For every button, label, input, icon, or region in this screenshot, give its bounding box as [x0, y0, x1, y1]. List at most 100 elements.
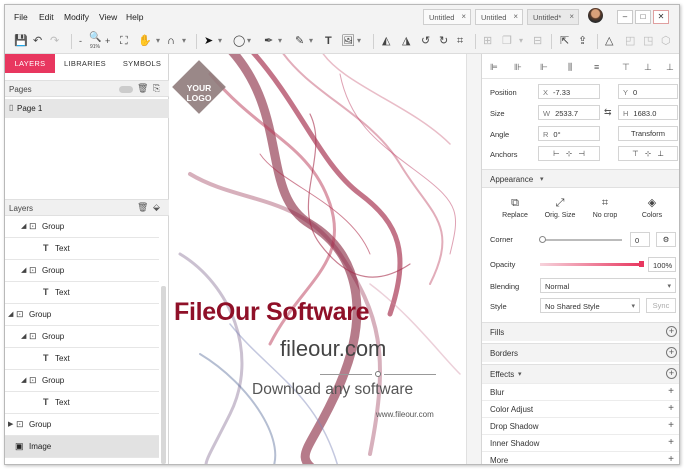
expand-arrow-icon[interactable]: ◢	[21, 332, 26, 340]
link-icon[interactable]: ⇆	[604, 107, 612, 117]
boolean-icon[interactable]: ◰	[625, 34, 635, 48]
menu-view[interactable]: View	[99, 12, 117, 22]
opacity-slider[interactable]	[540, 263, 642, 266]
add-icon[interactable]: +	[668, 386, 674, 397]
avatar[interactable]	[588, 8, 603, 23]
maximize-button[interactable]: □	[635, 10, 651, 24]
undo-icon[interactable]: ↶	[33, 34, 42, 48]
opacity-field[interactable]: 100%	[648, 257, 676, 272]
shapes-icon[interactable]: △	[605, 34, 613, 48]
chevron-down-icon[interactable]: ▾	[247, 34, 251, 48]
pointer-tool-icon[interactable]: ➤	[204, 34, 213, 48]
expand-arrow-icon[interactable]: ◢	[21, 222, 26, 230]
replace-button[interactable]: ⧉ Replace	[495, 197, 535, 219]
document-tab[interactable]: Untitled ×	[423, 9, 471, 25]
effect-row[interactable]: Blur +	[482, 383, 679, 400]
align-middle-icon[interactable]: ⊥	[644, 62, 652, 72]
text-tool-icon[interactable]: T	[325, 34, 332, 48]
tab-layers[interactable]: LAYERS	[5, 54, 55, 73]
y-field[interactable]: Y0	[618, 84, 678, 99]
document-tab[interactable]: Untitled ×	[475, 9, 523, 25]
hand-tool-icon[interactable]: ✋	[138, 34, 152, 48]
crop-button[interactable]: ⌗ No crop	[585, 197, 625, 219]
align-bottom-icon[interactable]: ⊥	[666, 62, 674, 72]
pen-tool-icon[interactable]: ✒	[264, 34, 273, 48]
appearance-header[interactable]: Appearance ▾	[482, 169, 679, 188]
zoom-icon[interactable]: 🔍	[89, 31, 101, 45]
fills-section[interactable]: Fills +	[482, 322, 679, 341]
layers-scrollbar[interactable]	[161, 286, 166, 464]
crop-icon[interactable]: ⌗	[457, 34, 463, 48]
image-tool-icon[interactable]: 🖼	[341, 34, 355, 48]
corner-field[interactable]: 0	[630, 232, 650, 247]
chevron-down-icon[interactable]: ▾	[357, 34, 361, 48]
blending-select[interactable]: Normal ▾	[540, 278, 676, 293]
chevron-down-icon[interactable]: ▾	[278, 34, 282, 48]
magnet-icon[interactable]: ∩	[167, 34, 175, 48]
document-tab-active[interactable]: Untitled* ×	[527, 9, 579, 25]
width-field[interactable]: W 2533.7	[538, 105, 600, 120]
rotate-right-icon[interactable]: ↻	[439, 34, 448, 48]
align-center-icon[interactable]: ⊪	[514, 62, 522, 72]
zoom-in-icon[interactable]: +	[105, 34, 110, 48]
original-size-button[interactable]: ⤢ Orig. Size	[540, 197, 580, 219]
vertical-anchors[interactable]: ⊤ ⊹ ⊥	[618, 146, 678, 161]
effect-row[interactable]: Drop Shadow +	[482, 417, 679, 434]
menu-file[interactable]: File	[14, 12, 28, 22]
zoom-out-icon[interactable]: -	[79, 34, 82, 48]
layer-row[interactable]: ◢ ⊡ Group	[5, 216, 159, 238]
close-window-button[interactable]: ✕	[653, 10, 669, 24]
transform-button[interactable]: Transform	[618, 126, 678, 141]
add-icon[interactable]: +	[668, 437, 674, 448]
menu-help[interactable]: Help	[126, 12, 143, 22]
chevron-down-icon[interactable]: ▾	[309, 34, 313, 48]
chevron-down-icon[interactable]: ▾	[519, 34, 523, 48]
pencil-tool-icon[interactable]: ✎	[295, 34, 304, 48]
redo-icon[interactable]: ↷	[50, 34, 59, 48]
add-border-icon[interactable]: +	[666, 347, 677, 358]
align-top-icon[interactable]: ⊤	[622, 62, 630, 72]
height-field[interactable]: H 1683.0	[618, 105, 678, 120]
expand-arrow-icon[interactable]: ◢	[21, 376, 26, 384]
save-icon[interactable]: 💾	[14, 34, 28, 48]
distribute-vertical-icon[interactable]: ≡	[594, 62, 599, 72]
add-icon[interactable]: +	[668, 403, 674, 414]
arrange-icon[interactable]: ❐	[502, 34, 512, 48]
fit-screen-icon[interactable]: ⛶	[120, 34, 128, 48]
layer-row[interactable]: ▶ ⊡ Group	[5, 414, 159, 436]
layer-row[interactable]: ◢ ⊡ Group	[5, 260, 159, 282]
collapsed-arrow-icon[interactable]: ▶	[8, 420, 13, 428]
add-fill-icon[interactable]: +	[666, 326, 677, 337]
effects-section[interactable]: Effects ▾ +	[482, 364, 679, 383]
chevron-down-icon[interactable]: ▾	[182, 34, 186, 48]
layer-row[interactable]: T Text	[5, 238, 159, 260]
share-icon[interactable]: ⇪	[578, 34, 587, 48]
chevron-down-icon[interactable]: ▾	[156, 34, 160, 48]
align-left-icon[interactable]: ⊫	[490, 62, 498, 72]
layer-row[interactable]: ◢ ⊡ Group	[5, 326, 159, 348]
add-page-icon[interactable]: ⎘	[153, 83, 160, 94]
flip-horizontal-icon[interactable]: ◭	[382, 34, 390, 48]
tab-libraries[interactable]: LIBRARIES	[57, 54, 113, 73]
close-icon[interactable]: ×	[461, 12, 466, 21]
group-icon[interactable]: ⊞	[483, 34, 492, 48]
path-icon[interactable]: ⬡	[661, 34, 671, 48]
borders-section[interactable]: Borders +	[482, 343, 679, 362]
canvas-scrollbar[interactable]	[466, 54, 481, 464]
flip-vertical-icon[interactable]: ◮	[402, 34, 410, 48]
effect-row[interactable]: Inner Shadow +	[482, 434, 679, 451]
tab-symbols[interactable]: SYMBOLS	[115, 54, 169, 73]
effect-row[interactable]: Color Adjust +	[482, 400, 679, 417]
minimize-button[interactable]: –	[617, 10, 633, 24]
add-effect-icon[interactable]: +	[666, 368, 677, 379]
export-icon[interactable]: ⇱	[560, 34, 569, 48]
corner-slider-handle[interactable]	[539, 236, 546, 243]
layer-row[interactable]: ◢ ⊡ Group	[5, 370, 159, 392]
close-icon[interactable]: ×	[569, 12, 574, 21]
canvas[interactable]: YOUR LOGO FileOur Software fileour.com D…	[170, 54, 465, 464]
add-icon[interactable]: +	[668, 454, 674, 464]
distribute-horizontal-icon[interactable]: ⫼	[568, 62, 572, 72]
trash-icon[interactable]: 🗑	[137, 83, 148, 94]
effect-row[interactable]: More +	[482, 451, 679, 464]
colors-button[interactable]: ◈ Colors	[632, 197, 672, 219]
